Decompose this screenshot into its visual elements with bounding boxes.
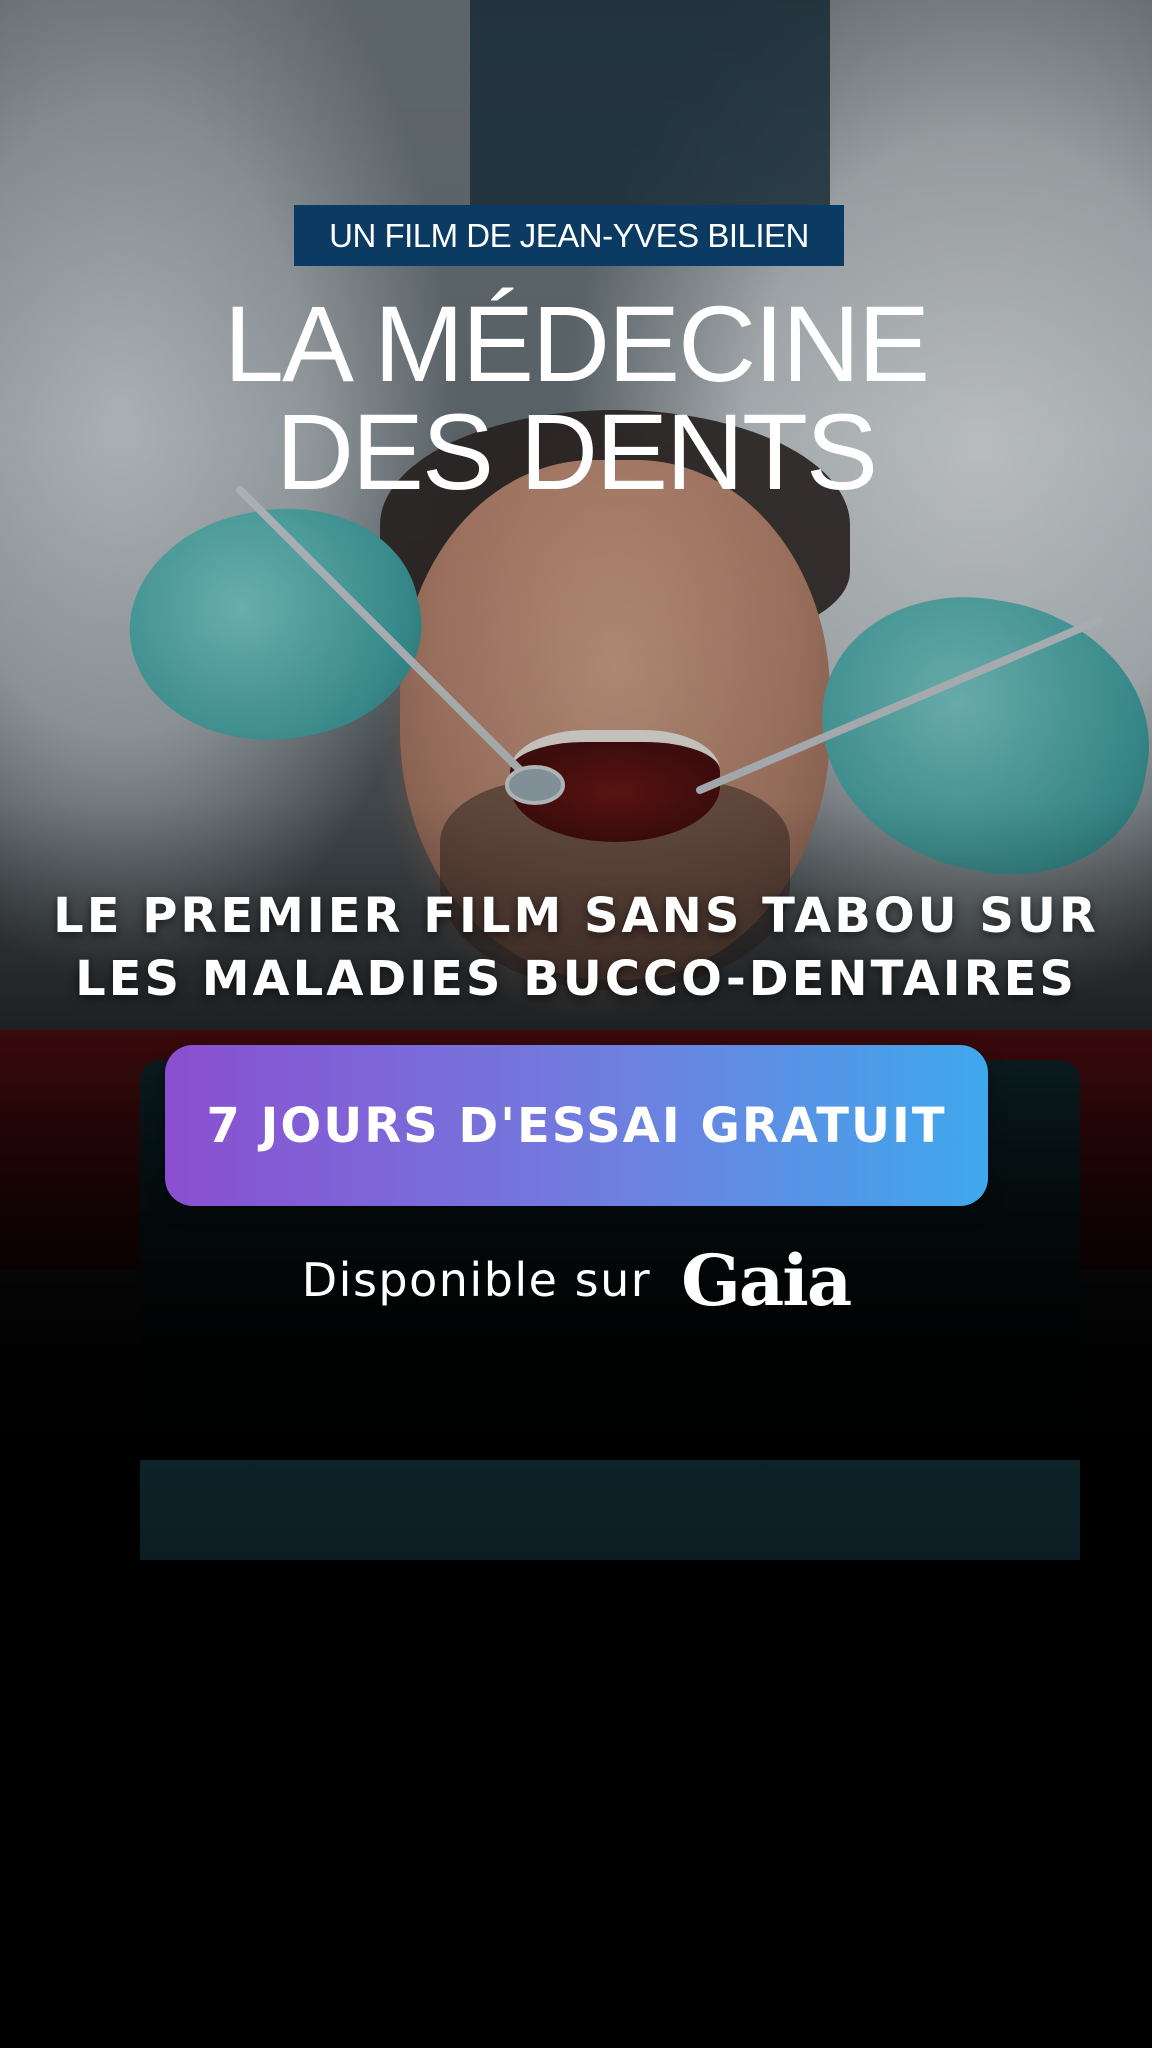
free-trial-button[interactable]: 7 JOURS D'ESSAI GRATUIT [165, 1045, 988, 1206]
tagline-line-2: LES MALADIES BUCCO-DENTAIRES [75, 951, 1077, 1007]
availability-row: Disponible sur Gaia [0, 1239, 1152, 1322]
director-credit: UN FILM DE JEAN-YVES BILIEN [294, 205, 844, 266]
film-title-line-1: LA MÉDECINE [223, 283, 930, 404]
film-title-line-2: DES DENTS [275, 391, 878, 512]
ad-poster[interactable]: UN FILM DE JEAN-YVES BILIEN LA MÉDECINE … [0, 0, 1152, 2048]
tagline: LE PREMIER FILM SANS TABOU SUR LES MALAD… [0, 885, 1152, 1011]
tagline-line-1: LE PREMIER FILM SANS TABOU SUR [53, 888, 1099, 944]
gaia-logo[interactable]: Gaia [681, 1239, 852, 1322]
film-title: LA MÉDECINE DES DENTS [0, 290, 1152, 506]
availability-label: Disponible sur [301, 1253, 652, 1307]
